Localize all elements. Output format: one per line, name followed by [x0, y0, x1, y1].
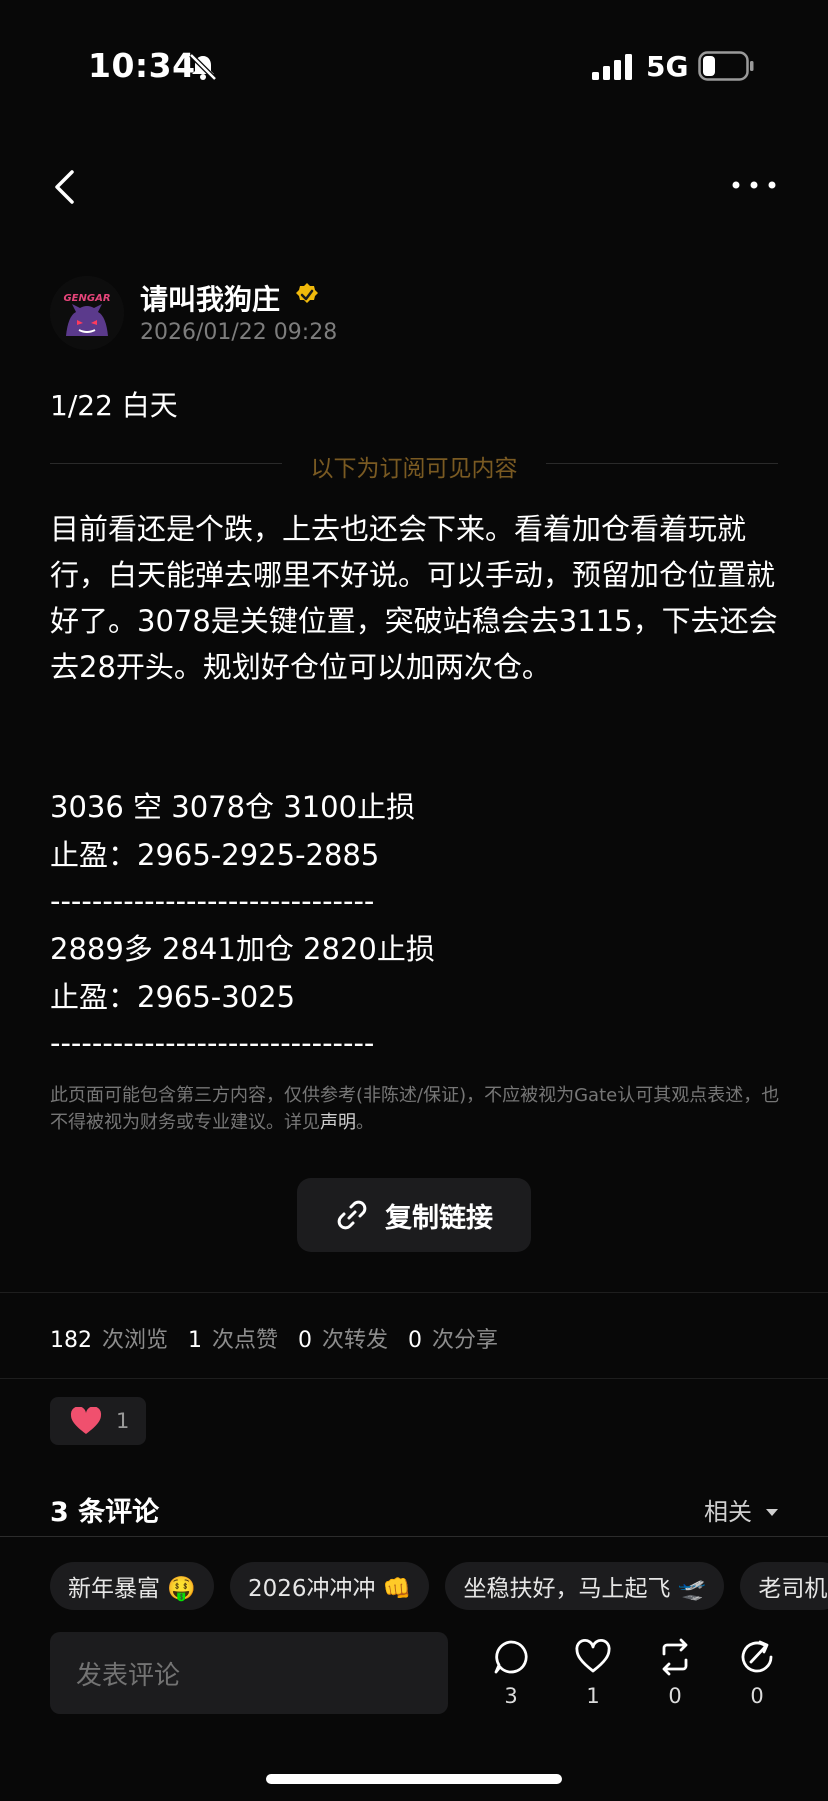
post-body-paragraph: 目前看还是个跌，上去也还会下来。看着加仓看着玩就行，白天能弹去哪里不好说。可以手… — [50, 512, 778, 684]
battery-icon — [698, 51, 754, 81]
sort-dropdown[interactable]: 相关 — [704, 1492, 778, 1527]
home-indicator[interactable] — [266, 1774, 562, 1784]
comment-input[interactable]: 发表评论 — [50, 1632, 448, 1714]
link-icon — [337, 1200, 367, 1230]
status-time: 10:34 — [88, 46, 196, 85]
post-timestamp: 2026/01/22 09:28 — [140, 320, 338, 345]
repost-icon — [662, 1638, 688, 1676]
stat-views: 182 次浏览 — [50, 1328, 169, 1353]
quick-reply-chip[interactable]: 新年暴富 🤑 — [50, 1562, 214, 1610]
reaction-count: 1 — [116, 1409, 130, 1433]
like-count: 1 — [586, 1684, 600, 1708]
repost-count: 0 — [668, 1684, 682, 1708]
stat-reposts: 0 次转发 — [298, 1328, 389, 1353]
quick-reply-chip[interactable]: 2026冲冲冲 👊 — [229, 1562, 430, 1610]
network-type: 5G — [646, 50, 689, 83]
disclaimer-text: 此页面可能包含第三方内容，仅供参考(非陈述/保证)，不应被视为Gate认可其观点… — [50, 1085, 780, 1133]
author-name[interactable]: 请叫我狗庄 — [140, 278, 280, 318]
disclaimer-link[interactable]: 声明 — [320, 1112, 356, 1133]
post-title: 1/22 白天 — [50, 389, 178, 422]
copy-link-button[interactable]: 复制链接 — [297, 1178, 531, 1252]
signal-icon — [592, 54, 632, 80]
post-stats: 182 次浏览 1 次点赞 0 次转发 0 次分享 — [50, 1322, 518, 1354]
heart-icon — [70, 1407, 102, 1434]
post-line: ------------------------------- — [50, 1026, 375, 1060]
heart-outline-icon — [575, 1638, 611, 1673]
share-count: 0 — [750, 1684, 764, 1708]
post-line: ------------------------------- — [50, 884, 375, 918]
copy-link-label: 复制链接 — [385, 1202, 493, 1234]
section-divider — [0, 1536, 828, 1537]
repost-button[interactable]: 0 — [645, 1638, 705, 1708]
share-icon — [741, 1640, 773, 1673]
back-button[interactable] — [44, 164, 84, 210]
stat-shares: 0 次分享 — [408, 1328, 499, 1353]
stat-likes: 1 次点赞 — [188, 1328, 279, 1353]
like-button[interactable]: 1 — [563, 1638, 623, 1708]
post-line: 止盈：2965-2925-2885 — [50, 838, 380, 872]
disclaimer: 此页面可能包含第三方内容，仅供参考(非陈述/保证)，不应被视为Gate认可其观点… — [50, 1082, 780, 1136]
comments-title: 3 条评论 — [50, 1497, 160, 1528]
sort-label: 相关 — [704, 1498, 752, 1526]
disclaimer-end: 。 — [356, 1112, 374, 1133]
comment-count: 3 — [504, 1684, 518, 1708]
gengar-avatar-image: GENGAR — [50, 276, 124, 350]
quick-reply-chip[interactable]: 老司机 — [740, 1562, 828, 1610]
avatar-text: GENGAR — [63, 293, 110, 304]
more-options-button[interactable] — [730, 170, 778, 200]
caret-down-icon — [765, 1509, 778, 1516]
comment-icon — [494, 1640, 528, 1674]
avatar[interactable]: GENGAR — [50, 276, 124, 350]
post-line: 2889多 2841加仓 2820止损 — [50, 932, 435, 966]
bell-muted-icon — [189, 53, 217, 81]
quick-reply-chips: 新年暴富 🤑 2026冲冲冲 👊 坐稳扶好，马上起飞 🛫 老司机 — [50, 1562, 828, 1610]
subscriber-content-label: 以下为订阅可见内容 — [310, 456, 518, 482]
section-divider — [0, 1292, 828, 1293]
comment-button[interactable]: 3 — [481, 1638, 541, 1708]
post-line: 3036 空 3078仓 3100止损 — [50, 790, 416, 824]
quick-reply-chip[interactable]: 坐稳扶好，马上起飞 🛫 — [445, 1562, 725, 1610]
share-button[interactable]: 0 — [727, 1638, 787, 1708]
verified-badge-icon — [296, 283, 318, 303]
divider-right — [546, 463, 778, 464]
section-divider — [0, 1378, 828, 1379]
post-line: 止盈：2965-3025 — [50, 980, 296, 1014]
heart-reaction-chip[interactable]: 1 — [50, 1397, 146, 1445]
